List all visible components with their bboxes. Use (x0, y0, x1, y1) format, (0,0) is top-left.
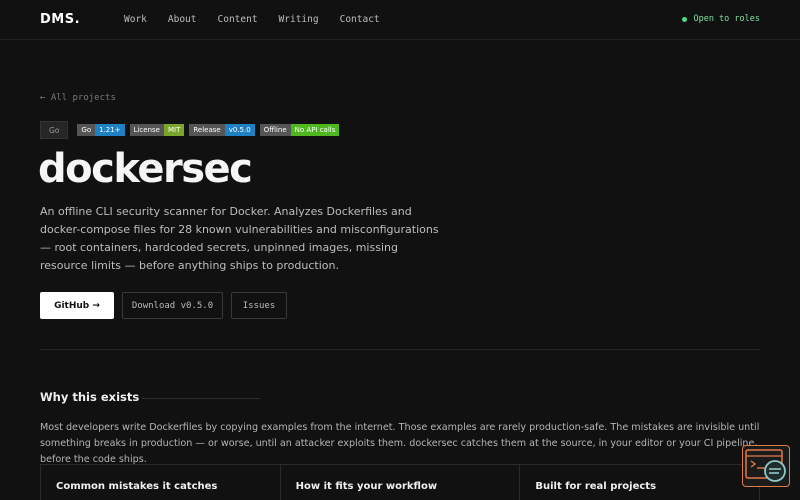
shield-value: 1.21+ (95, 124, 125, 136)
floating-terminal-widget[interactable] (742, 445, 790, 487)
card-title: Common mistakes it catches (56, 481, 218, 492)
nav-link-contact[interactable]: Contact (340, 14, 380, 25)
shield-offline[interactable]: Offline No API calls (259, 124, 340, 136)
shield-license[interactable]: License MIT (129, 124, 185, 136)
status-dot-icon (682, 16, 688, 22)
card-title: How it fits your workflow (295, 481, 438, 492)
logo-dot: . (74, 12, 81, 27)
issues-button[interactable]: Issues (231, 292, 287, 319)
language-tag: Go (40, 121, 69, 139)
terminal-chat-icon (745, 449, 786, 482)
availability-status: Open to roles (682, 14, 760, 24)
download-button[interactable]: Download v0.5.0 (122, 292, 223, 319)
nav-links: Work About Content Writing Contact (124, 14, 401, 25)
card-workflow: How it fits your workflow (281, 465, 521, 500)
back-to-projects-link[interactable]: ← All projects (40, 93, 116, 103)
top-nav: DMS. Work About Content Writing Contact … (0, 0, 800, 40)
heading-rule (142, 398, 260, 399)
github-button[interactable]: GitHub → (40, 292, 114, 319)
shield-key: Offline (259, 124, 291, 136)
shield-value: MIT (163, 124, 185, 136)
badge-row: Go Go 1.21+ License MIT Release v0.5.0 O… (40, 121, 344, 139)
nav-link-work[interactable]: Work (124, 14, 147, 25)
shield-key: Go (77, 124, 96, 136)
card-real-projects: Built for real projects (520, 465, 759, 500)
shield-value: v0.5.0 (224, 124, 255, 136)
project-title: dockersec (38, 146, 253, 192)
card-common-mistakes: Common mistakes it catches (41, 465, 281, 500)
logo-text: DMS (40, 12, 75, 27)
shield-key: Release (189, 124, 225, 136)
shield-release[interactable]: Release v0.5.0 (189, 124, 255, 136)
why-body: Most developers write Dockerfiles by cop… (40, 422, 760, 465)
nav-link-writing[interactable]: Writing (279, 14, 319, 25)
feature-cards: Common mistakes it catches How it fits y… (40, 464, 760, 500)
site-logo[interactable]: DMS. (40, 12, 80, 27)
why-heading: Why this exists (40, 390, 140, 404)
card-title: Built for real projects (535, 481, 657, 492)
shield-key: License (129, 124, 164, 136)
project-description: An offline CLI security scanner for Dock… (40, 205, 439, 272)
section-divider (40, 349, 760, 350)
shield-value: No API calls (290, 124, 340, 136)
nav-link-content[interactable]: Content (218, 14, 258, 25)
status-text: Open to roles (693, 14, 760, 24)
shield-go-version[interactable]: Go 1.21+ (77, 124, 125, 136)
nav-link-about[interactable]: About (168, 14, 197, 25)
